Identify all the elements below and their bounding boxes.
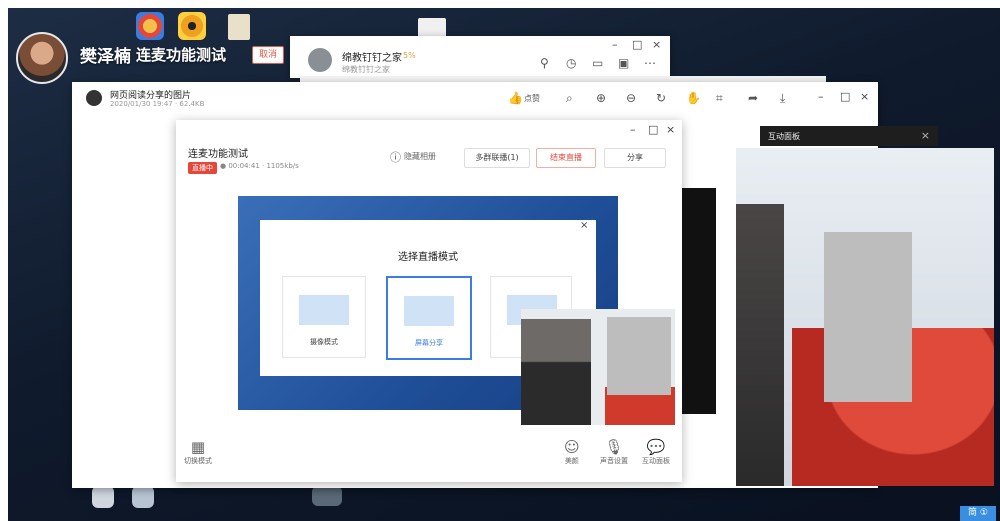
mode-card-camera[interactable]: 摄像模式: [282, 276, 366, 358]
maximize-icon[interactable]: □: [648, 123, 658, 136]
app-logo-icon: [86, 90, 102, 106]
grid-icon: ▦: [190, 438, 206, 456]
chat-bubble-icon: 💬: [646, 438, 666, 456]
end-live-button[interactable]: 结束直播: [536, 148, 596, 168]
pin-icon[interactable]: ⚲: [540, 56, 549, 70]
chat-tag: 5%: [403, 51, 416, 60]
minimize-icon[interactable]: –: [612, 38, 618, 51]
presenter-avatar: [16, 32, 68, 84]
interaction-panel-label: 互动面板: [642, 457, 670, 465]
clock-icon[interactable]: ◷: [566, 56, 576, 70]
chat-contact-name: 绵教钉钉之家: [342, 53, 402, 64]
video-mask: [824, 232, 912, 402]
minimize-icon[interactable]: –: [630, 123, 636, 136]
browser-icon[interactable]: [136, 12, 164, 40]
smile-icon: ☺: [564, 438, 580, 456]
mode-label: 屏幕分享: [415, 339, 443, 347]
zoom-out-icon[interactable]: ⊖: [626, 91, 636, 105]
multi-group-button[interactable]: 多群联播(1): [464, 148, 530, 168]
hide-album-toggle[interactable]: 隐藏相册: [404, 151, 436, 162]
video-person: [521, 319, 591, 425]
maximize-icon[interactable]: □: [632, 38, 642, 51]
chat-subtitle: 绵教钉钉之家: [342, 65, 390, 74]
switch-mode-label: 切换模式: [184, 457, 212, 465]
live-stats: ● 00:04:41 · 1105kb/s: [220, 162, 299, 170]
taskbar-icon[interactable]: [312, 486, 342, 506]
taskbar-icon[interactable]: [92, 486, 114, 508]
close-icon[interactable]: ×: [580, 220, 588, 231]
viewer-meta: 2020/01/30 19:47 · 62.4KB: [110, 100, 205, 108]
live-title: 连麦功能测试: [188, 149, 248, 160]
close-icon[interactable]: ×: [652, 38, 661, 51]
presenter-name: 樊泽楠: [80, 47, 131, 67]
mode-dialog-title: 选择直播模式: [398, 252, 458, 263]
interaction-panel-header: 互动面板 ×: [760, 126, 938, 146]
mode-card-screen-share[interactable]: 屏幕分享: [386, 276, 472, 360]
maximize-icon[interactable]: □: [840, 90, 850, 103]
like-label[interactable]: 点赞: [524, 93, 540, 104]
mode-label: 摄像模式: [310, 338, 338, 346]
document-icon[interactable]: [228, 14, 250, 40]
cancel-button[interactable]: 取消: [252, 46, 284, 64]
close-icon[interactable]: ×: [860, 90, 869, 103]
beauty-label: 美颜: [564, 457, 579, 465]
contact-avatar: [308, 48, 332, 72]
share-button[interactable]: 分享: [604, 148, 666, 168]
taskbar-icon[interactable]: [132, 486, 154, 508]
interaction-panel-control[interactable]: 💬 互动面板: [642, 438, 670, 466]
rotate-icon[interactable]: ↻: [656, 91, 666, 105]
search-icon[interactable]: ⌕: [566, 91, 573, 106]
sound-settings-control[interactable]: 🎙 声音设置: [600, 438, 628, 466]
crop-icon[interactable]: ⌗: [716, 91, 723, 106]
zoom-in-icon[interactable]: ⊕: [596, 91, 606, 105]
ime-indicator[interactable]: 简 ①: [960, 506, 996, 521]
like-icon[interactable]: 👍: [508, 91, 523, 105]
media-player-icon[interactable]: [178, 12, 206, 40]
interaction-panel-video[interactable]: [736, 148, 994, 486]
help-icon[interactable]: ⓘ: [390, 149, 401, 165]
video-person: [736, 204, 784, 486]
more-icon[interactable]: ⋯: [644, 56, 656, 70]
chat-window: 绵教钉钉之家 5% 绵教钉钉之家 ⚲ ◷ ▭ ▣ ⋯ – □ ×: [290, 36, 670, 78]
camera-mode-thumbnail: [299, 295, 349, 325]
minimize-icon[interactable]: –: [818, 90, 824, 103]
calendar-icon[interactable]: ▣: [618, 56, 629, 70]
live-status-badge: 直播中: [188, 162, 217, 174]
screen-share-thumbnail: [404, 296, 454, 326]
beauty-control[interactable]: ☺ 美颜: [564, 438, 580, 466]
sound-settings-label: 声音设置: [600, 457, 628, 465]
live-broadcast-window: – □ × 连麦功能测试 直播中 ● 00:04:41 · 1105kb/s ⓘ…: [176, 120, 682, 482]
co-host-video[interactable]: [521, 309, 675, 425]
switch-mode-control[interactable]: ▦ 切换模式: [184, 438, 212, 466]
share-icon[interactable]: ➦: [748, 91, 758, 105]
desktop-file-icon[interactable]: [418, 18, 446, 38]
video-mask: [607, 317, 671, 395]
presenter-status: 连麦功能测试: [136, 46, 227, 64]
microphone-icon: 🎙: [604, 438, 624, 456]
close-icon[interactable]: ×: [666, 123, 675, 136]
dark-video-strip: [682, 188, 716, 414]
close-icon[interactable]: ×: [921, 129, 930, 142]
hand-icon[interactable]: ✋: [686, 91, 701, 105]
folder-icon[interactable]: ▭: [592, 56, 603, 70]
download-icon[interactable]: ⤓: [780, 91, 785, 106]
interaction-panel-title: 互动面板: [768, 132, 800, 141]
